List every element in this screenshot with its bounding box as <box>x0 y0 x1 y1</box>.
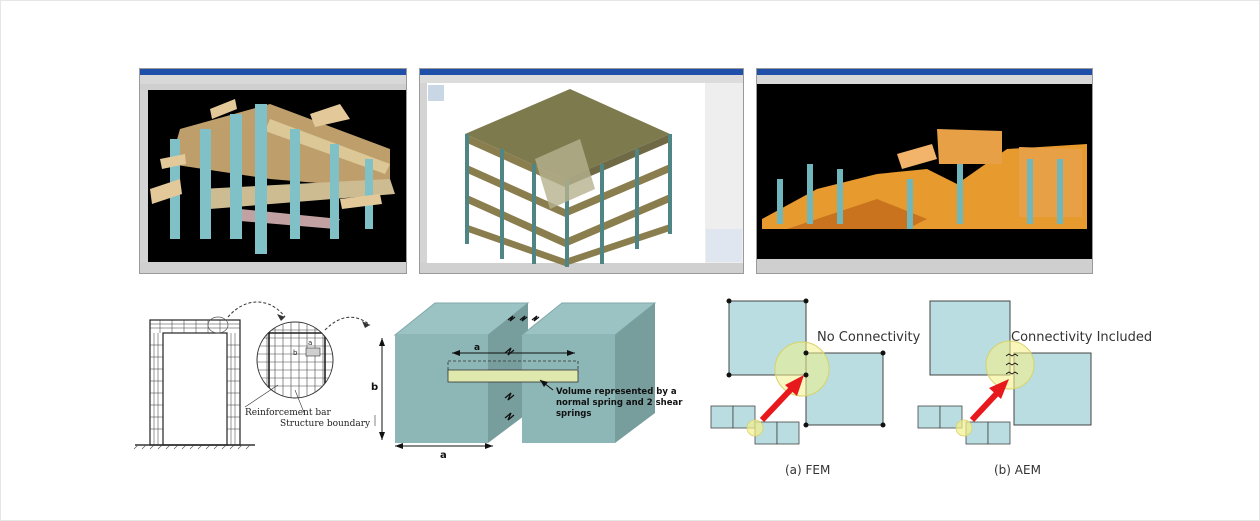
collapse-render-1 <box>140 69 406 273</box>
structure-boundary-label: Structure boundary <box>280 419 371 429</box>
aem-connectivity-label: Connectivity Included <box>1011 330 1152 345</box>
frame-a-label: a <box>308 339 312 347</box>
element-a-bottom-label: a <box>440 450 447 461</box>
screenshot-progressive-collapse <box>756 68 1093 274</box>
aem-diagram: Connectivity Included (b) AEM <box>917 300 1152 477</box>
screenshot-collapse-analysis <box>139 68 407 274</box>
collapse-render-2 <box>757 69 1092 273</box>
volume-note-line3: springs <box>556 409 591 419</box>
element-b-label: b <box>371 382 378 393</box>
fem-connectivity-label: No Connectivity <box>817 330 921 345</box>
fem-diagram: No Connectivity (a) FEM <box>710 298 921 477</box>
applied-element-diagram: a b a Volume represented by a normal spr… <box>371 302 683 461</box>
building-render <box>420 69 743 273</box>
frame-b-label: b <box>293 349 298 357</box>
volume-note-line2: normal spring and 2 shear <box>556 398 683 408</box>
screenshot-building-model <box>419 68 744 274</box>
element-a-top-label: a <box>474 343 480 353</box>
fem-caption: (a) FEM <box>785 463 830 477</box>
aem-caption: (b) AEM <box>994 463 1041 477</box>
reinforcement-bar-label: Reinforcement bar <box>245 408 331 418</box>
frame-reinforcement-diagram: a b Reinforcement bar Structure boundary <box>133 301 376 450</box>
volume-note-line1: Volume represented by a <box>556 387 677 397</box>
